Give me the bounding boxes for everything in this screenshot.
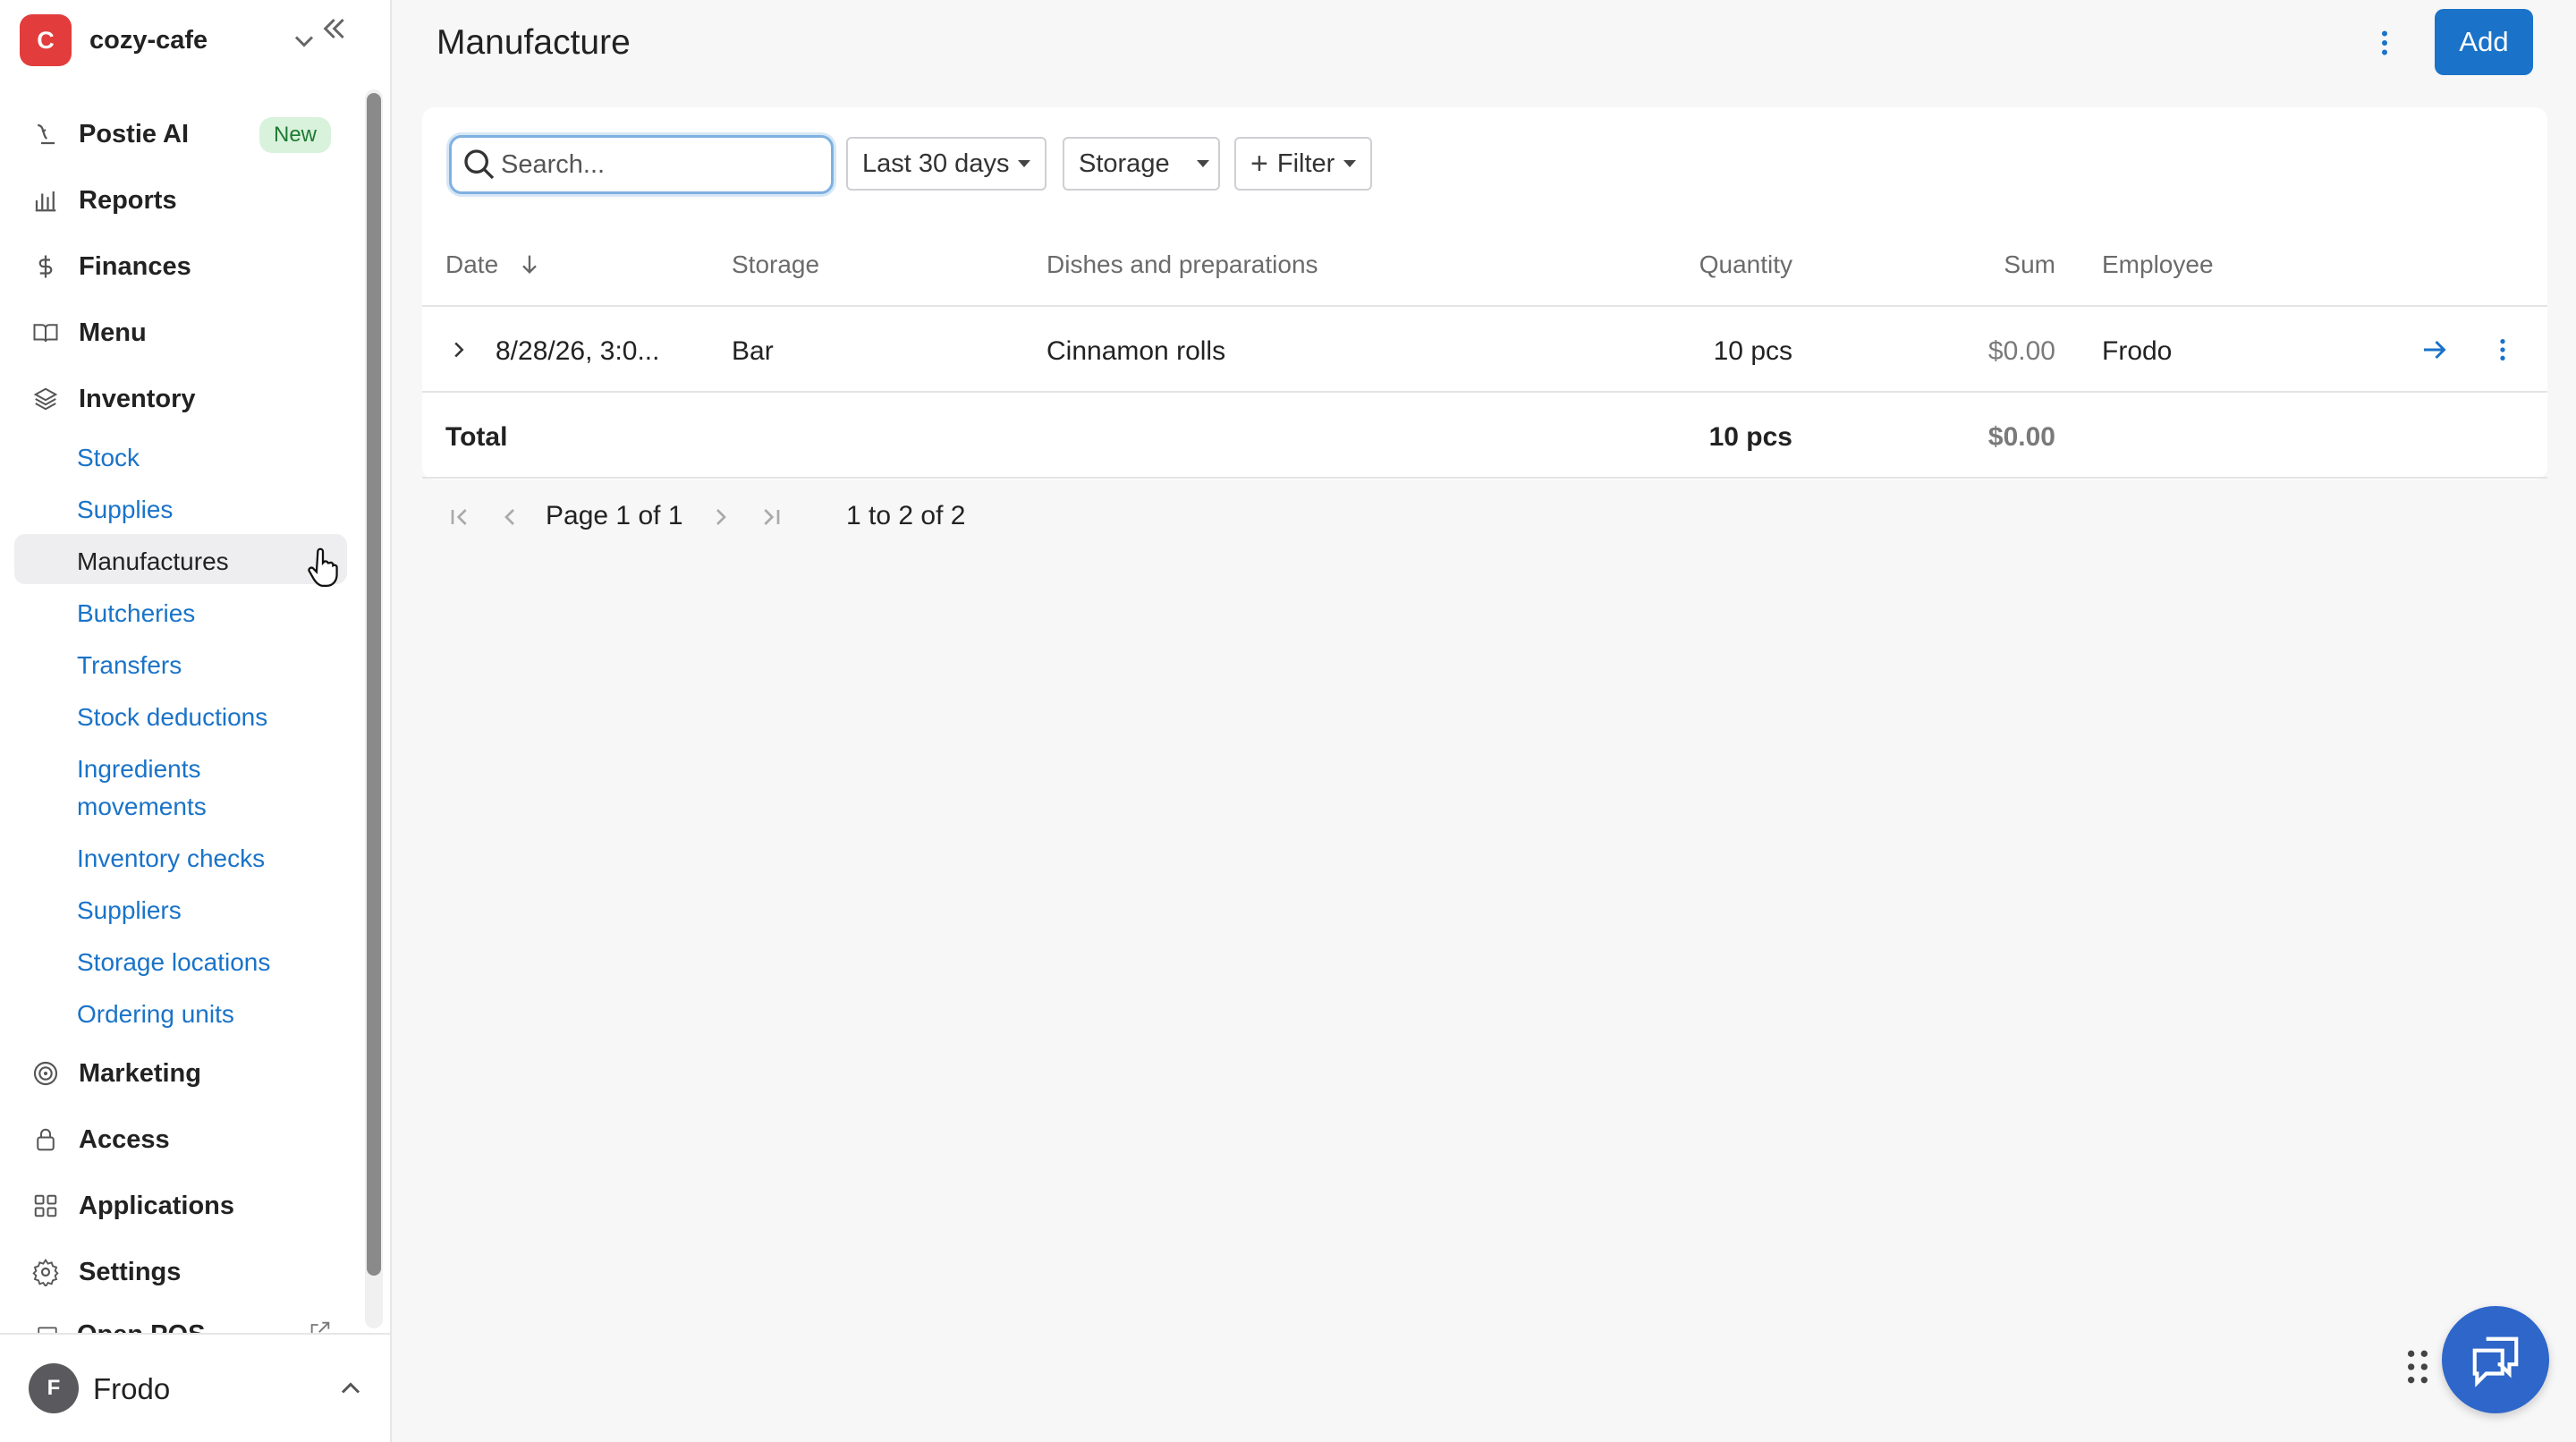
filter-label: Filter <box>1276 148 1335 178</box>
sidebar-subitem-ingredients-movements-line2[interactable]: movements <box>77 793 207 821</box>
arrow-right-icon[interactable] <box>2419 333 2451 367</box>
sidebar-item-postie-ai[interactable]: Postie AI New <box>27 111 349 157</box>
drag-handle-icon[interactable] <box>2402 1347 2433 1387</box>
caret-down-icon <box>1018 160 1031 167</box>
more-vertical-icon[interactable] <box>2488 333 2517 367</box>
sidebar-subitem-ordering-units[interactable]: Ordering units <box>77 1000 234 1029</box>
caret-down-icon <box>1343 160 1357 167</box>
plus-icon: + <box>1250 146 1268 181</box>
sidebar-subitem-stock-deductions[interactable]: Stock deductions <box>77 703 267 732</box>
cell-storage: Bar <box>732 336 774 366</box>
total-sum: $0.00 <box>1987 422 2055 452</box>
bar-chart-icon <box>27 182 64 219</box>
first-page-icon[interactable] <box>445 501 474 533</box>
page-number: 1 <box>615 501 631 530</box>
sidebar-item-label: Settings <box>79 1257 182 1286</box>
sidebar-item-label: Marketing <box>79 1058 201 1088</box>
page-title: Manufacture <box>436 23 631 62</box>
column-header-sum[interactable]: Sum <box>1878 250 2055 279</box>
workspace-name: cozy-cafe <box>89 25 208 55</box>
chat-icon <box>2472 1336 2519 1387</box>
search-icon <box>464 149 495 180</box>
period-label: Last 30 days <box>862 148 1010 178</box>
sidebar-item-inventory[interactable]: Inventory <box>27 376 349 422</box>
page-text: Page <box>546 501 609 530</box>
column-header-date[interactable]: Date <box>445 250 498 279</box>
last-page-icon[interactable] <box>757 501 785 533</box>
sidebar-item-finances[interactable]: Finances <box>27 243 349 290</box>
sidebar-subitem-label: Manufactures <box>77 547 229 575</box>
sidebar-subitem-butcheries[interactable]: Butcheries <box>77 599 195 628</box>
sidebar-subitem-stock[interactable]: Stock <box>77 444 140 472</box>
sidebar-subitem-inventory-checks[interactable]: Inventory checks <box>77 844 265 873</box>
row-range: 1 to 2 of 2 <box>846 501 966 530</box>
row-divider <box>422 391 2547 393</box>
sidebar-item-menu[interactable]: Menu <box>27 310 349 356</box>
sidebar-item-reports[interactable]: Reports <box>27 177 349 224</box>
avatar: F <box>29 1363 79 1413</box>
sidebar-subitem-ingredients-movements[interactable]: Ingredients <box>77 755 201 784</box>
hand-cursor-icon <box>308 547 338 587</box>
sidebar-item-applications[interactable]: Applications <box>27 1183 349 1229</box>
next-page-icon[interactable] <box>707 501 735 533</box>
sidebar-item-access[interactable]: Access <box>27 1116 349 1163</box>
sidebar-item-settings[interactable]: Settings <box>27 1249 349 1295</box>
book-icon <box>27 314 64 352</box>
sidebar-item-open-pos-clip: Open POS <box>0 1313 390 1335</box>
sidebar-item-marketing[interactable]: Marketing <box>27 1050 349 1097</box>
sidebar-item-label: Access <box>79 1124 170 1154</box>
new-badge: New <box>259 117 332 153</box>
cell-employee: Frodo <box>2102 336 2173 366</box>
user-name[interactable]: Frodo <box>93 1372 170 1406</box>
of-text: of <box>638 501 661 530</box>
dollar-icon <box>27 248 64 285</box>
add-button[interactable]: Add <box>2435 9 2533 75</box>
lock-icon <box>27 1121 64 1158</box>
previous-page-icon[interactable] <box>496 501 524 533</box>
sidebar-item-label: Postie AI <box>79 119 190 148</box>
gear-icon <box>27 1253 64 1291</box>
chevron-up-icon[interactable] <box>335 1372 367 1404</box>
cell-date: 8/28/26, 3:0... <box>496 336 660 366</box>
page-count: 1 <box>667 501 683 530</box>
grid-icon <box>27 1187 64 1225</box>
layers-icon <box>27 380 64 418</box>
sidebar-item-label: Reports <box>79 185 177 215</box>
more-vertical-icon[interactable] <box>2368 25 2401 61</box>
target-icon <box>27 1055 64 1092</box>
cell-sum: $0.00 <box>1987 336 2055 366</box>
row-divider <box>422 305 2547 307</box>
cell-dishes: Cinnamon rolls <box>1046 336 1226 366</box>
sidebar-subitem-supplies[interactable]: Supplies <box>77 496 173 524</box>
column-header-quantity[interactable]: Quantity <box>1574 250 1792 279</box>
page-indicator: Page 1 of 1 <box>546 501 683 531</box>
chat-support-button[interactable] <box>2442 1306 2549 1413</box>
sidebar-item-label: Finances <box>79 251 191 281</box>
sort-down-icon[interactable] <box>517 250 542 277</box>
period-dropdown[interactable]: Last 30 days <box>846 137 1047 191</box>
storage-label: Storage <box>1079 148 1170 178</box>
add-filter-button[interactable]: + Filter <box>1234 137 1373 191</box>
sidebar-subitem-suppliers[interactable]: Suppliers <box>77 896 182 925</box>
total-label: Total <box>445 422 508 452</box>
total-quantity: 10 pcs <box>1708 422 1792 452</box>
expand-row-icon[interactable] <box>445 335 472 365</box>
cell-quantity: 10 pcs <box>1713 336 1792 366</box>
sidebar-scrollbar-thumb[interactable] <box>367 93 381 1276</box>
column-header-dishes[interactable]: Dishes and preparations <box>1046 250 1318 279</box>
postie-ai-icon <box>27 115 64 153</box>
sidebar-subitem-transfers[interactable]: Transfers <box>77 651 182 680</box>
sidebar-item-label: Applications <box>79 1191 235 1220</box>
column-header-employee[interactable]: Employee <box>2102 250 2214 279</box>
search-input[interactable] <box>501 143 823 186</box>
column-header-storage[interactable]: Storage <box>732 250 819 279</box>
sidebar-item-label: Inventory <box>79 384 196 413</box>
storage-dropdown[interactable]: Storage <box>1063 137 1220 191</box>
sidebar-subitem-storage-locations[interactable]: Storage locations <box>77 948 270 977</box>
caret-down-icon <box>1196 160 1209 167</box>
workspace-avatar: C <box>20 14 72 66</box>
row-divider <box>422 477 2547 479</box>
collapse-sidebar-icon[interactable] <box>315 11 351 47</box>
sidebar-item-label: Menu <box>79 318 147 347</box>
